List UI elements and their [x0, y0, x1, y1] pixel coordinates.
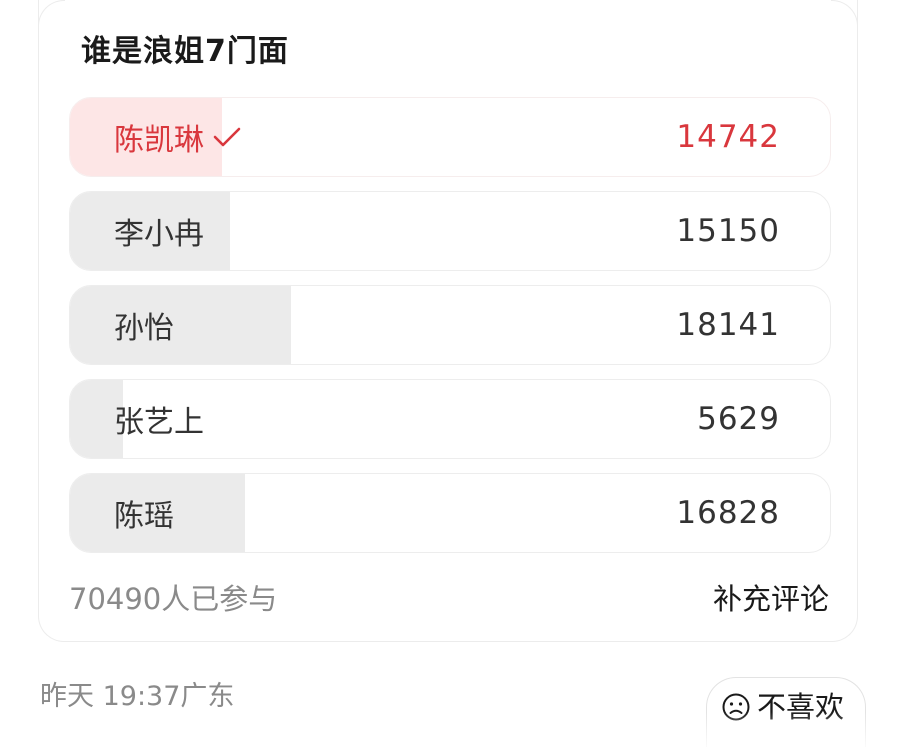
poll-card: 谁是浪姐7门面 陈凯琳 14742 李小冉 15150 孙怡 18141 张艺上: [38, 0, 858, 642]
poll-title: 谁是浪姐7门面: [81, 34, 289, 69]
dislike-label: 不喜欢: [757, 690, 845, 724]
add-comment-link[interactable]: 补充评论: [713, 576, 829, 618]
post-page: 谁是浪姐7门面 陈凯琳 14742 李小冉 15150 孙怡 18141 张艺上: [0, 0, 898, 747]
poll-option-label: 李小冉: [114, 217, 204, 252]
poll-option-bar: [70, 286, 291, 364]
poll-option-count: 5629: [697, 401, 780, 437]
poll-option-count: 15150: [676, 213, 780, 249]
poll-option-1[interactable]: 陈凯琳 14742: [69, 97, 831, 177]
sad-face-icon: [722, 693, 750, 721]
check-icon: [213, 127, 241, 147]
post-timestamp-location: 昨天 19:37广东: [40, 681, 235, 712]
poll-option-label: 张艺上: [114, 405, 204, 440]
poll-option-label: 陈凯琳: [114, 123, 204, 158]
poll-option-label-wrap: 陈凯琳: [114, 115, 242, 159]
poll-option-2[interactable]: 李小冉 15150: [69, 191, 831, 271]
poll-option-label: 孙怡: [114, 311, 174, 346]
poll-option-count: 18141: [676, 307, 780, 343]
poll-option-label: 陈瑶: [114, 499, 174, 534]
participant-count: 70490人已参与: [69, 582, 278, 616]
poll-option-5[interactable]: 陈瑶 16828: [69, 473, 831, 553]
poll-option-count: 16828: [676, 495, 780, 531]
poll-option-3[interactable]: 孙怡 18141: [69, 285, 831, 365]
dislike-button[interactable]: 不喜欢: [706, 677, 866, 747]
poll-option-4[interactable]: 张艺上 5629: [69, 379, 831, 459]
poll-option-count: 14742: [676, 119, 780, 155]
